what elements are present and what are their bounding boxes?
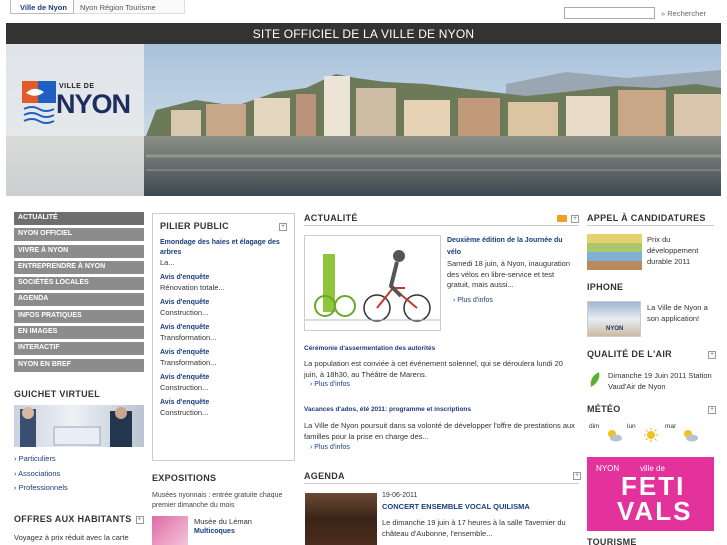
air-text: Dimanche 19 Juin 2011 Station Vaud'Air d… — [608, 371, 712, 391]
news-title[interactable]: Vacances d'ados, été 2011: programme et … — [304, 406, 471, 413]
guichet-image[interactable] — [14, 405, 144, 447]
search-button[interactable]: » Rechercher — [661, 9, 706, 18]
air-title: QUALITÉ DE L'AIR — [587, 349, 672, 359]
offres-title-text: OFFRES AUX HABITANTS — [14, 514, 132, 524]
meteo-forecast: dim lun mar — [587, 423, 714, 445]
expositions-title: EXPOSITIONS — [152, 473, 217, 483]
cloud-sun-icon — [684, 430, 698, 442]
nav-item-infos-pratiques[interactable]: INFOS PRATIQUES — [14, 309, 144, 323]
festival-nyon: NYON — [596, 464, 620, 473]
expand-plus-icon[interactable]: + — [279, 223, 287, 231]
festival-word-2: VALS — [617, 496, 693, 526]
agenda-text: Le dimanche 19 juin à 17 heures à la sal… — [382, 518, 566, 538]
agenda-thumbnail[interactable] — [305, 493, 377, 545]
rss-icon[interactable] — [557, 215, 567, 223]
meteo-day: lun — [627, 423, 636, 430]
pilier-link[interactable]: Avis d'enquête — [160, 323, 287, 333]
appel-title: APPEL À CANDIDATURES — [587, 213, 706, 223]
news-text: Samedi 18 juin, à Nyon, inauguration des… — [447, 259, 570, 289]
divider — [304, 225, 579, 226]
pilier-link[interactable]: Avis d'enquête — [160, 398, 287, 408]
pilier-title: PILIER PUBLIC — [160, 221, 229, 231]
pilier-public-box: PILIER PUBLIC + Emondage des haies et él… — [152, 213, 295, 461]
nav-item-vivre-a-nyon[interactable]: VIVRE À NYON — [14, 244, 144, 258]
actualite-title: ACTUALITÉ — [304, 213, 358, 223]
pilier-text: Construction... — [160, 383, 209, 392]
expositions-text: Musées nyonnais : entrée gratuite chaque… — [152, 492, 283, 509]
expo-museum: Musée du Léman — [194, 517, 252, 526]
nav-item-entreprendre[interactable]: ENTREPRENDRE À NYON — [14, 260, 144, 274]
sun-icon — [644, 428, 658, 442]
pilier-text: Construction... — [160, 408, 209, 417]
nav-item-interactif[interactable]: INTERACTIF — [14, 342, 144, 356]
expo-thumbnail[interactable] — [152, 516, 188, 545]
iphone-text[interactable]: La Ville de Nyon a son application! — [647, 302, 721, 324]
iphone-img-label: NYON — [606, 326, 624, 332]
meteo-day: dim — [589, 423, 600, 430]
logo-text-nyon[interactable]: NYON — [56, 89, 131, 120]
cloud-sun-icon — [608, 430, 622, 442]
expand-plus-icon[interactable]: + — [571, 214, 579, 223]
nyon-logo-icon[interactable] — [22, 81, 56, 127]
news-text: La population est conviée à cet événemen… — [304, 359, 563, 379]
pilier-text: La... — [160, 258, 175, 267]
pilier-text: Construction... — [160, 308, 209, 317]
pilier-text: Rénovation totale... — [160, 283, 225, 292]
tab-nyon-region-tourisme[interactable]: Nyon Région Tourisme — [74, 0, 185, 14]
news-title[interactable]: Cérémonie d'assermentation des autorités — [304, 345, 435, 352]
divider — [304, 483, 579, 484]
divider — [587, 225, 714, 226]
offres-text: Voyagez à prix réduit avec la carte — [14, 533, 129, 542]
more-info-link[interactable]: Plus d'infos — [310, 381, 350, 388]
pilier-link[interactable]: Emondage des haies et élagage des arbres — [160, 238, 287, 258]
link-professionnels[interactable]: Professionnels — [14, 483, 68, 492]
expo-link[interactable]: Multicoques — [194, 528, 235, 535]
site-title: SITE OFFICIEL DE LA VILLE DE NYON — [6, 23, 721, 44]
pilier-link[interactable]: Avis d'enquête — [160, 298, 287, 308]
main-nav: ACTUALITÉ NYON OFFICIEL VIVRE À NYON ENT… — [14, 212, 144, 375]
tourisme-title: TOURISME — [587, 537, 637, 545]
guichet-links: Particuliers Associations Professionnels — [14, 454, 68, 498]
pilier-link[interactable]: Avis d'enquête — [160, 348, 287, 358]
pilier-text: Transformation... — [160, 358, 217, 367]
more-info-link[interactable]: Plus d'infos — [453, 297, 493, 304]
meteo-day: mar — [665, 423, 677, 430]
prix-developpement-image[interactable] — [587, 234, 642, 270]
iphone-title: IPHONE — [587, 282, 624, 292]
expand-plus-icon[interactable]: + — [708, 406, 716, 414]
nav-item-en-images[interactable]: EN IMAGES — [14, 326, 144, 340]
pilier-link[interactable]: Avis d'enquête — [160, 273, 287, 283]
agenda-date: 19-06-2011 — [382, 492, 418, 499]
nav-item-nyon-en-bref[interactable]: NYON EN BREF — [14, 358, 144, 372]
appel-text[interactable]: Prix du développement durable 2011 — [647, 234, 717, 267]
pilier-text: Transformation... — [160, 333, 217, 342]
news-text: La Ville de Nyon poursuit dans sa volont… — [304, 421, 575, 441]
nav-item-agenda[interactable]: AGENDA — [14, 293, 144, 307]
news-title[interactable]: Deuxième édition de la Journée du vélo — [447, 235, 572, 259]
expand-plus-icon[interactable]: + — [708, 351, 716, 359]
guichet-title: GUICHET VIRTUEL — [14, 389, 101, 399]
agenda-title: AGENDA — [304, 471, 345, 481]
tab-ville-de-nyon[interactable]: Ville de Nyon — [10, 0, 74, 14]
more-info-link[interactable]: Plus d'infos — [310, 444, 350, 451]
agenda-event-title[interactable]: CONCERT ENSEMBLE VOCAL QUILISMA — [382, 502, 530, 511]
pilier-link[interactable]: Avis d'enquête — [160, 373, 287, 383]
nav-item-societes-locales[interactable]: SOCIÉTÉS LOCALES — [14, 277, 144, 291]
top-bar: Ville de Nyon Nyon Région Tourisme » Rec… — [0, 0, 727, 22]
nav-item-nyon-officiel[interactable]: NYON OFFICIEL — [14, 228, 144, 242]
expand-plus-icon[interactable]: + — [135, 515, 144, 524]
velo-illustration[interactable] — [304, 235, 441, 331]
link-particuliers[interactable]: Particuliers — [14, 454, 68, 463]
nav-item-actualite[interactable]: ACTUALITÉ — [14, 212, 144, 225]
meteo-title: MÉTÉO — [587, 404, 621, 414]
festivals-banner[interactable]: NYON ville de FETI VALS — [587, 457, 714, 531]
offres-title: OFFRES AUX HABITANTS + — [14, 514, 144, 524]
iphone-app-image[interactable]: NYON — [587, 301, 641, 337]
search-input[interactable] — [564, 7, 655, 19]
actualite-icons: + — [557, 214, 579, 223]
leaf-icon — [590, 372, 600, 387]
link-associations[interactable]: Associations — [14, 469, 68, 478]
expand-plus-icon[interactable]: + — [573, 472, 581, 480]
